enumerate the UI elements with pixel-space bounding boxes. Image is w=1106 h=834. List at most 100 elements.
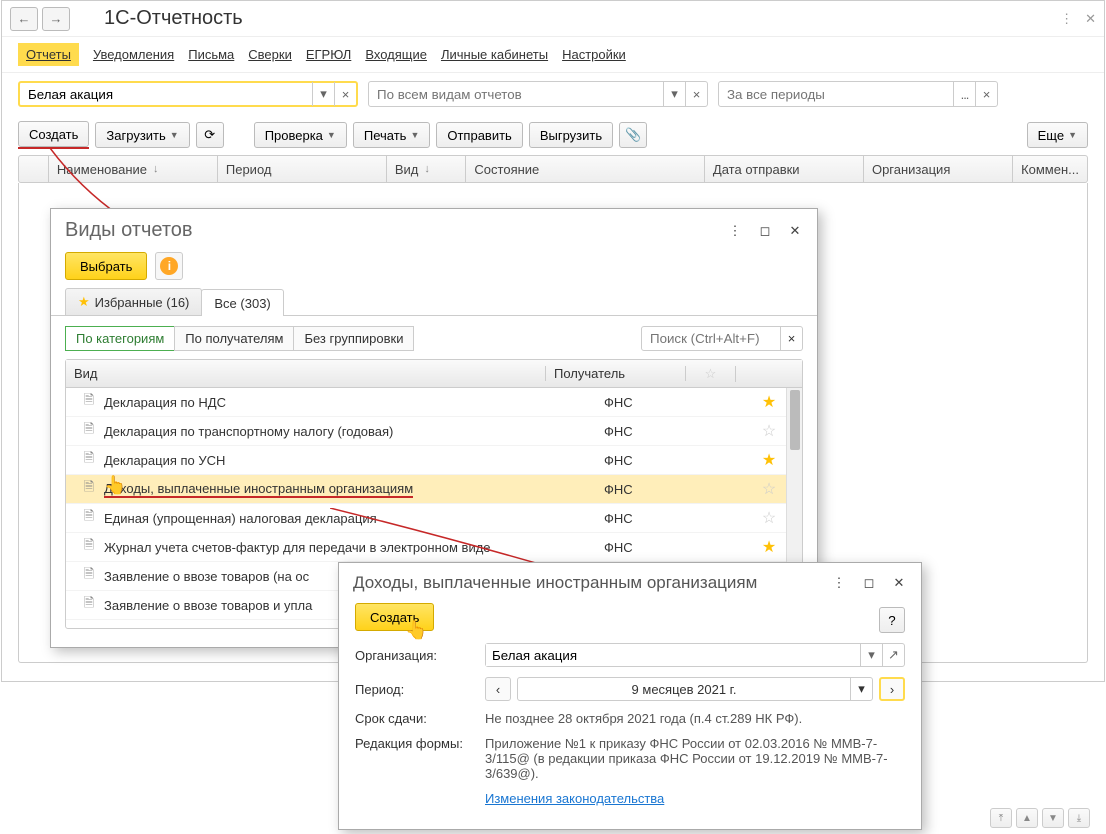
report-type-input[interactable] [369, 83, 663, 105]
kebab-icon[interactable]: ⋮ [1060, 11, 1073, 27]
org-filter-input[interactable] [20, 83, 312, 105]
close-icon[interactable]: ✕ [1085, 11, 1096, 27]
document-icon: 🗎 [74, 478, 104, 500]
refresh-button[interactable]: ⟳ [196, 122, 224, 148]
dlg2-close-icon[interactable]: ✕ [891, 575, 907, 591]
footer-up[interactable]: ▲ [1016, 808, 1038, 828]
period-value: 9 месяцев 2021 г. [518, 682, 850, 697]
dlg1-title: Виды отчетов [65, 219, 193, 242]
row-vid: Декларация по УСН [104, 453, 604, 468]
footer-down[interactable]: ▼ [1042, 808, 1064, 828]
col-comment[interactable]: Коммен... [1013, 156, 1087, 182]
info-button[interactable]: i [155, 252, 183, 280]
period-clear[interactable]: × [975, 82, 997, 106]
footer-down-full[interactable]: ⤓ [1068, 808, 1090, 828]
row-vid: Декларация по транспортному налогу (годо… [104, 424, 604, 439]
ftab-recipients[interactable]: По получателям [174, 326, 294, 351]
table-row[interactable]: 🗎Декларация по УСНФНС★ [66, 446, 802, 475]
more-button[interactable]: Еще▼ [1027, 122, 1088, 148]
row-vid: Декларация по НДС [104, 395, 604, 410]
nav-back-button[interactable]: ← [10, 7, 38, 31]
table-header: Наименование↓ Период Вид↓ Состояние Дата… [18, 155, 1088, 183]
document-icon: 🗎 [74, 420, 104, 442]
col-name[interactable]: Наименование↓ [49, 156, 218, 182]
tab-all[interactable]: Все (303) [201, 289, 283, 316]
page-title: 1С-Отчетность [104, 7, 243, 30]
dlg1-maximize-icon[interactable]: ◻ [757, 223, 773, 239]
table-row[interactable]: 🗎Декларация по транспортному налогу (год… [66, 417, 802, 446]
menu-settings[interactable]: Настройки [562, 47, 626, 62]
dlg1-close-icon[interactable]: ✕ [787, 223, 803, 239]
col-sent[interactable]: Дата отправки [705, 156, 864, 182]
org-open[interactable]: ↗ [882, 644, 904, 666]
menu-cabinets[interactable]: Личные кабинеты [441, 47, 548, 62]
period-dropdown[interactable]: ▾ [850, 678, 872, 700]
period-picker[interactable]: ... [953, 82, 975, 106]
help-button[interactable]: ? [879, 607, 905, 633]
col-org[interactable]: Организация [864, 156, 1013, 182]
period-filter: ... × [718, 81, 998, 107]
lh-recv[interactable]: Получатель [546, 366, 686, 381]
attach-button[interactable]: 📎 [619, 122, 647, 148]
table-row[interactable]: 🗎Доходы, выплаченные иностранным организ… [66, 475, 802, 504]
dlg2-title: Доходы, выплаченные иностранным организа… [353, 573, 757, 593]
menu-notifications[interactable]: Уведомления [93, 47, 174, 62]
table-row[interactable]: 🗎Журнал учета счетов-фактур для передачи… [66, 533, 802, 562]
org-filter-dropdown[interactable]: ▾ [312, 82, 334, 106]
create-button[interactable]: Создать [18, 121, 89, 147]
row-recv: ФНС [604, 482, 744, 497]
col-period[interactable]: Период [218, 156, 387, 182]
create-report-button[interactable]: Создать [355, 603, 434, 631]
filter-row: ▾ × ▾ × ... × [2, 73, 1104, 115]
document-icon: 🗎 [74, 449, 104, 471]
export-button[interactable]: Выгрузить [529, 122, 613, 148]
menu-letters[interactable]: Письма [188, 47, 234, 62]
send-button[interactable]: Отправить [436, 122, 522, 148]
table-row[interactable]: 🗎Единая (упрощенная) налоговая деклараци… [66, 504, 802, 533]
lh-vid[interactable]: Вид [66, 366, 546, 381]
edition-label: Редакция формы: [355, 736, 485, 751]
col-vid[interactable]: Вид↓ [387, 156, 467, 182]
star-icon: ★ [78, 294, 90, 310]
titlebar: ← → 1С-Отчетность ⋮ ✕ [2, 1, 1104, 37]
footer-up-full[interactable]: ⤒ [990, 808, 1012, 828]
nav-forward-button[interactable]: → [42, 7, 70, 31]
period-prev[interactable]: ‹ [485, 677, 511, 701]
report-type-clear[interactable]: × [685, 82, 707, 106]
search-input[interactable] [641, 326, 781, 351]
tab-favorites[interactable]: ★Избранные (16) [65, 288, 202, 315]
report-type-dropdown[interactable]: ▾ [663, 82, 685, 106]
row-recv: ФНС [604, 453, 744, 468]
dlg2-maximize-icon[interactable]: ◻ [861, 575, 877, 591]
org-label: Организация: [355, 648, 485, 663]
org-dropdown[interactable]: ▾ [860, 644, 882, 666]
table-row[interactable]: 🗎Декларация по НДСФНС★ [66, 388, 802, 417]
ftab-none[interactable]: Без группировки [293, 326, 414, 351]
search-clear[interactable]: × [781, 326, 803, 351]
menu-egrul[interactable]: ЕГРЮЛ [306, 47, 351, 62]
document-icon: 🗎 [74, 565, 104, 587]
deadline-value: Не позднее 28 октября 2021 года (п.4 ст.… [485, 711, 905, 726]
check-button[interactable]: Проверка▼ [254, 122, 347, 148]
load-button[interactable]: Загрузить▼ [95, 122, 189, 148]
menu-incoming[interactable]: Входящие [365, 47, 427, 62]
ftab-categories[interactable]: По категориям [65, 326, 175, 351]
org-filter: ▾ × [18, 81, 358, 107]
period-next[interactable]: › [879, 677, 905, 701]
col-state[interactable]: Состояние [466, 156, 705, 182]
org-value-input[interactable] [486, 644, 860, 666]
lh-star[interactable]: ☆ [686, 366, 736, 382]
print-button[interactable]: Печать▼ [353, 122, 431, 148]
row-recv: ФНС [604, 395, 744, 410]
dlg2-kebab-icon[interactable]: ⋮ [831, 575, 847, 591]
footer-nav: ⤒ ▲ ▼ ⤓ [990, 808, 1090, 828]
menu-reports[interactable]: Отчеты [18, 43, 79, 66]
org-filter-clear[interactable]: × [334, 82, 356, 106]
document-icon: 🗎 [74, 536, 104, 558]
menu-reconciliations[interactable]: Сверки [248, 47, 292, 62]
period-input[interactable] [719, 83, 953, 105]
dlg1-kebab-icon[interactable]: ⋮ [727, 223, 743, 239]
toolbar: Создать Загрузить▼ ⟳ Проверка▼ Печать▼ О… [2, 115, 1104, 155]
legislation-link[interactable]: Изменения законодательства [485, 791, 664, 806]
select-button[interactable]: Выбрать [65, 252, 147, 280]
